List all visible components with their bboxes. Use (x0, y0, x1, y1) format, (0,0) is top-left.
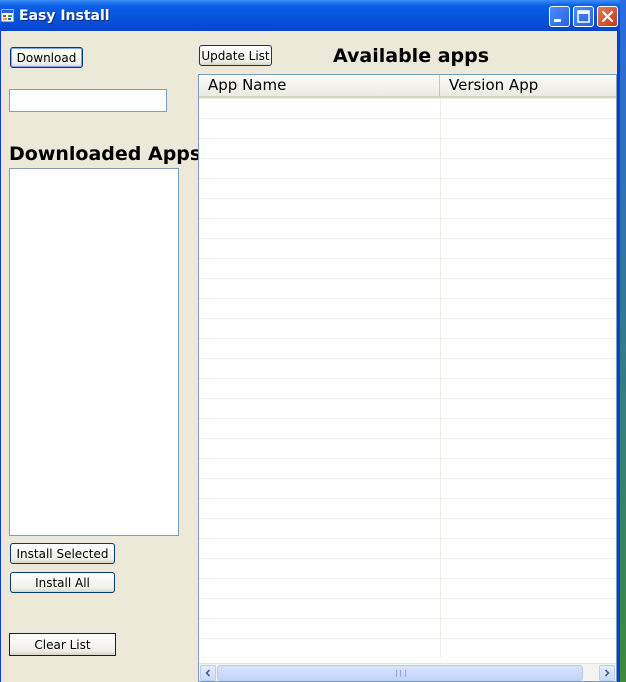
listview-header: App Name Version App (199, 75, 616, 98)
column-divider (440, 98, 441, 658)
clear-list-button[interactable]: Clear List (9, 633, 116, 656)
scroll-left-button[interactable] (200, 665, 216, 681)
install-all-button[interactable]: Install All (10, 572, 115, 593)
maximize-button[interactable] (573, 6, 594, 27)
title-bar[interactable]: Easy Install (0, 0, 620, 31)
window-right-border (617, 31, 620, 682)
window-title: Easy Install (19, 8, 110, 24)
url-input[interactable] (9, 89, 167, 112)
maximize-icon (577, 10, 590, 23)
available-apps-heading: Available apps (333, 45, 490, 67)
install-selected-button[interactable]: Install Selected (10, 543, 115, 564)
close-button[interactable] (597, 6, 618, 27)
window-left-border (0, 31, 1, 682)
downloaded-apps-list[interactable] (9, 168, 179, 536)
scroll-right-button[interactable] (599, 665, 615, 681)
chevron-left-icon (205, 669, 211, 677)
update-list-button[interactable]: Update List (199, 45, 272, 66)
available-apps-listview[interactable]: App Name Version App (198, 74, 617, 682)
close-icon (601, 10, 614, 23)
app-window-icon (1, 9, 14, 22)
scrollbar-thumb[interactable] (217, 665, 583, 681)
minimize-button[interactable] (549, 6, 570, 27)
scrollbar-grip-icon (396, 670, 406, 677)
column-header-version-app[interactable]: Version App (440, 75, 616, 96)
column-header-app-name[interactable]: App Name (199, 75, 440, 96)
downloaded-apps-heading: Downloaded Apps (9, 143, 202, 165)
main-window: Easy Install Download Downloaded Apps In… (0, 0, 620, 682)
minimize-icon (554, 19, 561, 22)
listview-rows[interactable] (199, 98, 616, 658)
chevron-right-icon (604, 669, 610, 677)
download-button[interactable]: Download (10, 47, 83, 68)
client-area: Download Downloaded Apps Install Selecte… (0, 31, 617, 682)
horizontal-scrollbar[interactable] (199, 663, 616, 681)
